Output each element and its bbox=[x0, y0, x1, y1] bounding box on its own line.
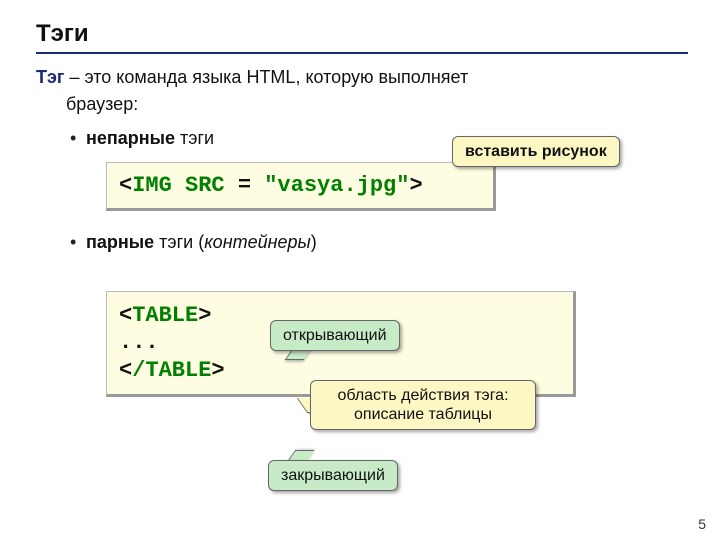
code-table-close-name: /TABLE bbox=[132, 358, 211, 383]
code-img-src: IMG SRC bbox=[132, 173, 224, 198]
code-table-open-gt: > bbox=[198, 303, 211, 328]
definition-block: Тэг – это команда языка HTML, которую вы… bbox=[36, 66, 688, 117]
bullet-paired-italic: контейнеры bbox=[204, 232, 311, 252]
callout-opening: открывающий bbox=[270, 320, 400, 351]
definition-text-1: – это команда языка HTML, которую выполн… bbox=[64, 67, 468, 87]
definition-line-2: браузер: bbox=[36, 93, 688, 116]
callout-insert-image-text: вставить рисунок bbox=[465, 143, 607, 160]
callout-opening-text: открывающий bbox=[283, 327, 387, 344]
code-table-close-gt: > bbox=[211, 358, 224, 383]
code-gt: > bbox=[409, 173, 422, 198]
code-img-value: "vasya.jpg" bbox=[264, 173, 409, 198]
code-table-open-lt: < bbox=[119, 303, 132, 328]
bullet-unpaired-rest: тэги bbox=[175, 128, 214, 148]
page-number: 5 bbox=[698, 516, 706, 532]
code-lt: < bbox=[119, 173, 132, 198]
code-table-close-lt: < bbox=[119, 358, 132, 383]
bullet-unpaired-bold: непарные bbox=[86, 128, 175, 148]
callout-scope-line2: описание таблицы bbox=[323, 405, 523, 424]
code-img-tag: <IMG SRC = "vasya.jpg"> bbox=[106, 162, 496, 211]
code-eq: = bbox=[225, 173, 265, 198]
term-tag: Тэг bbox=[36, 67, 64, 87]
title-divider bbox=[36, 52, 688, 54]
bullet-paired-mid: тэги ( bbox=[154, 232, 204, 252]
callout-insert-image: вставить рисунок bbox=[452, 136, 620, 167]
bullet-paired: парные тэги (контейнеры) bbox=[36, 231, 688, 254]
bullet-paired-bold: парные bbox=[86, 232, 154, 252]
slide-title: Тэги bbox=[36, 20, 688, 48]
callout-scope: область действия тэга: описание таблицы bbox=[310, 380, 536, 430]
callout-closing-text: закрывающий bbox=[281, 467, 385, 484]
definition-line-1: Тэг – это команда языка HTML, которую вы… bbox=[36, 66, 688, 89]
callout-scope-line1: область действия тэга: bbox=[323, 386, 523, 405]
callout-closing: закрывающий bbox=[268, 460, 398, 491]
slide: Тэги Тэг – это команда языка HTML, котор… bbox=[0, 0, 720, 540]
code-table-open-name: TABLE bbox=[132, 303, 198, 328]
bullet-paired-end: ) bbox=[311, 232, 317, 252]
